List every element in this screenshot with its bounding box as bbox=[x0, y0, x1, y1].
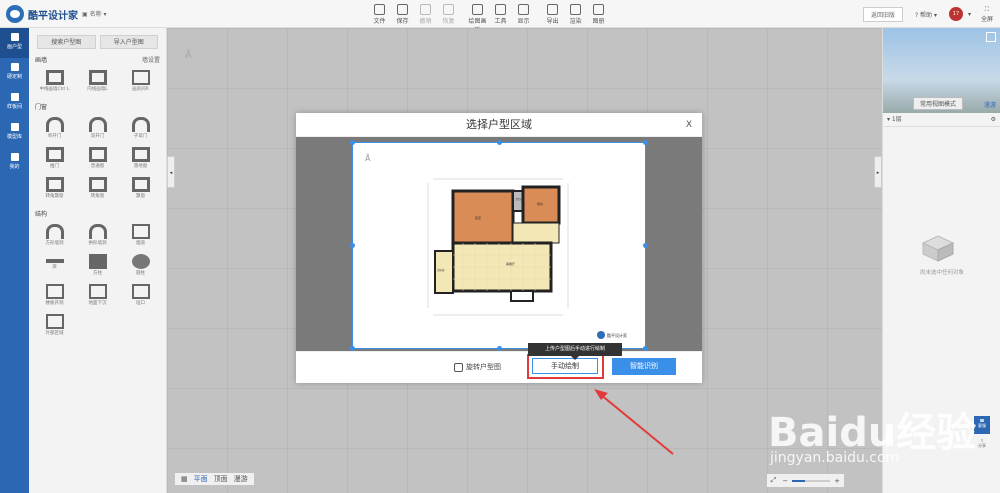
watermark-url: jingyan.baidu.com bbox=[770, 450, 900, 466]
